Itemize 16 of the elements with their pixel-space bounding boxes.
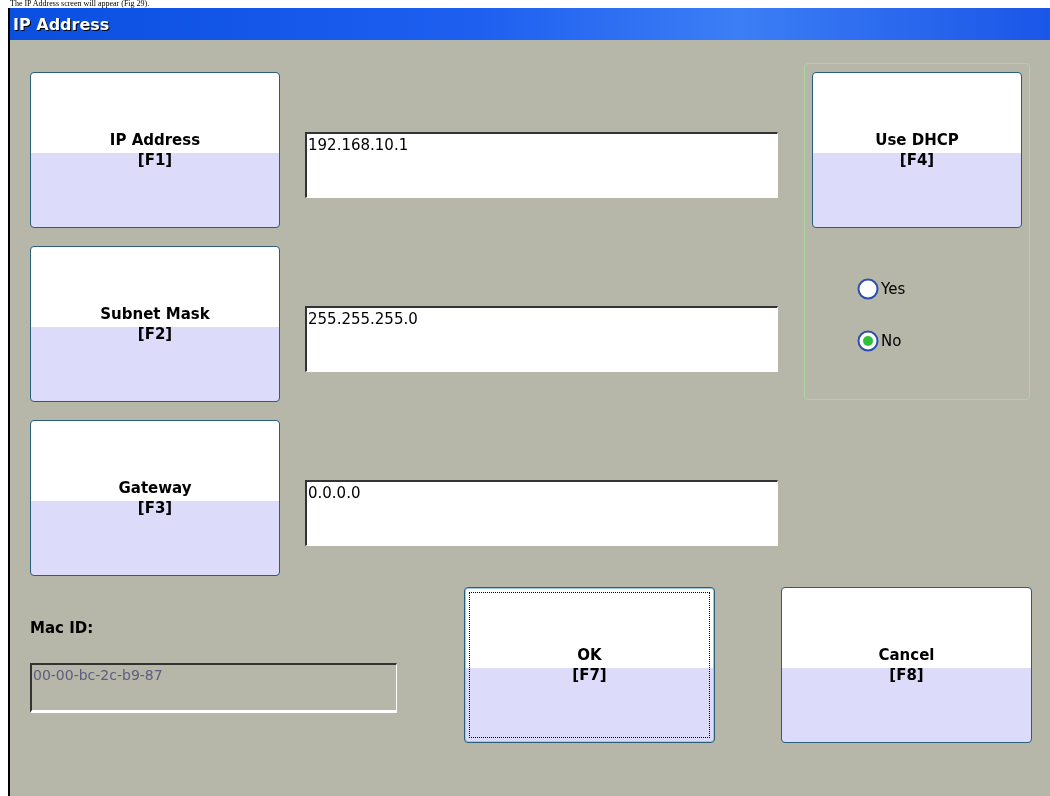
- input-field[interactable]: 0.0.0.0: [305, 480, 778, 546]
- function-key-button[interactable]: Subnet Mask [F2]: [30, 246, 280, 402]
- mac-id-label: Mac ID:: [30, 619, 94, 637]
- function-key-button[interactable]: Use DHCP [F4]: [812, 72, 1022, 228]
- function-key-button[interactable]: IP Address [F1]: [30, 72, 280, 228]
- radio-label: Yes: [881, 280, 906, 298]
- radio-button[interactable]: [857, 278, 879, 300]
- radio-label: No: [881, 332, 902, 350]
- input-field[interactable]: 192.168.10.1: [305, 132, 778, 198]
- caption-text: The IP Address screen will appear (Fig 29).: [9, 0, 151, 8]
- function-key-button[interactable]: Gateway [F3]: [30, 420, 280, 576]
- input-field[interactable]: 255.255.255.0: [305, 306, 778, 372]
- radio-button[interactable]: [857, 330, 879, 352]
- window-title: IP Address: [13, 14, 110, 34]
- ok-button[interactable]: OK [F7]: [464, 587, 715, 743]
- cancel-button[interactable]: Cancel [F8]: [781, 587, 1032, 743]
